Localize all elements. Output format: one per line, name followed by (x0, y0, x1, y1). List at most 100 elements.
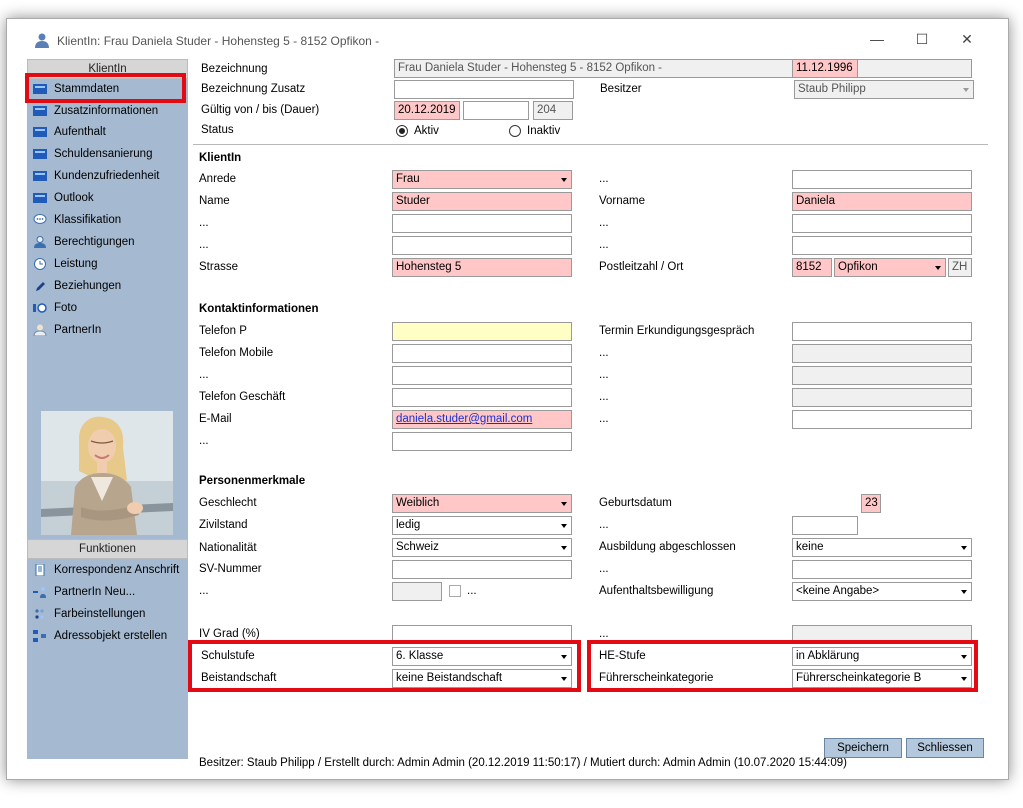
status-bar-text: Besitzer: Staub Philipp / Erstellt durch… (199, 757, 847, 769)
camera-icon (33, 303, 47, 313)
telefon-p-label: Telefon P (199, 325, 247, 337)
speech-bubble-icon (33, 214, 47, 224)
zivilstand-label: Zivilstand (199, 519, 248, 531)
plz-ort-label: Postleitzahl / Ort (599, 261, 684, 273)
alter-field: 23 (861, 494, 881, 513)
nationalitaet-select[interactable]: Schweiz (392, 538, 572, 557)
stage: KlientIn: Frau Daniela Studer - Hohenste… (0, 0, 1023, 808)
sidebar-item-label: Schuldensanierung (54, 148, 153, 160)
strasse-label: Strasse (199, 261, 238, 273)
dots-label: ... (599, 347, 609, 359)
save-button[interactable]: Speichern (824, 738, 902, 758)
close-form-button[interactable]: Schliessen (906, 738, 984, 758)
dots-label: ... (199, 239, 209, 251)
highlight-he-stufe-fuehrerschein (587, 640, 978, 692)
dots-label: ... (599, 391, 609, 403)
extra-field[interactable] (392, 432, 572, 451)
dots-label: ... (599, 628, 609, 640)
window-title: KlientIn: Frau Daniela Studer - Hohenste… (57, 34, 380, 48)
sidebar-item-label: PartnerIn (54, 324, 102, 336)
extra-field[interactable] (792, 170, 972, 189)
zivilstand-select[interactable]: ledig (392, 516, 572, 535)
dots-label: ... (199, 369, 209, 381)
extra-field[interactable] (792, 516, 858, 535)
extra-field[interactable] (792, 214, 972, 233)
extra-field[interactable] (392, 366, 572, 385)
ort-select[interactable]: Opfikon (834, 258, 946, 277)
minimize-button[interactable]: — (867, 29, 887, 49)
function-label: Farbeinstellungen (54, 608, 146, 620)
email-field[interactable]: daniela.studer@gmail.com (392, 410, 572, 429)
besitzer-select[interactable]: Staub Philipp (794, 80, 974, 99)
extra-field[interactable] (792, 560, 972, 579)
add-user-icon (33, 587, 46, 598)
palette-icon (35, 609, 44, 619)
status-inaktiv-label: Inaktiv (527, 125, 561, 137)
card-icon (33, 171, 47, 181)
anrede-label: Anrede (199, 173, 237, 185)
status-inaktiv-radio[interactable] (509, 125, 521, 137)
dots-label: ... (199, 435, 209, 447)
besitzer-label: Besitzer (600, 83, 642, 95)
section-personenmerkmale: Personenmerkmale (199, 475, 306, 487)
telefon-mobile-field[interactable] (392, 344, 572, 363)
dots-label: ... (599, 413, 609, 425)
dots-label: ... (599, 369, 609, 381)
dots-label: ... (599, 563, 609, 575)
user-icon (35, 33, 49, 48)
extra-field[interactable] (392, 214, 572, 233)
close-button[interactable]: ✕ (957, 29, 977, 49)
geburtsdatum-field[interactable]: 11.12.1996 (792, 59, 858, 78)
user-icon (34, 236, 46, 248)
geschlecht-select[interactable]: Weiblich (392, 494, 572, 513)
document-icon (35, 564, 45, 576)
clock-icon (34, 258, 46, 270)
extra-field[interactable] (792, 236, 972, 255)
gueltig-von-field[interactable]: 20.12.2019 (394, 101, 460, 120)
aufenthaltsbewilligung-label: Aufenthaltsbewilligung (599, 585, 714, 597)
kanton-field: ZH (948, 258, 972, 277)
name-field[interactable]: Studer (392, 192, 572, 211)
ausbildung-select[interactable]: keine (792, 538, 972, 557)
gueltig-bis-field[interactable] (463, 101, 529, 120)
client-photo-image (41, 411, 173, 535)
bezeichnung-label: Bezeichnung (201, 63, 268, 75)
extra-field[interactable] (792, 410, 972, 429)
strasse-field[interactable]: Hohensteg 5 (392, 258, 572, 277)
dots-label: ... (199, 217, 209, 229)
bezeichnung-zusatz-field[interactable] (394, 80, 574, 99)
dots-label: ... (599, 217, 609, 229)
divider (193, 144, 988, 145)
vorname-field[interactable]: Daniela (792, 192, 972, 211)
email-label: E-Mail (199, 413, 232, 425)
geschlecht-label: Geschlecht (199, 497, 257, 509)
sidebar-item-label: Foto (54, 302, 78, 314)
function-label: PartnerIn Neu... (54, 586, 136, 598)
client-photo (41, 411, 173, 535)
telefon-p-field[interactable] (392, 322, 572, 341)
bezeichnung-zusatz-label: Bezeichnung Zusatz (201, 83, 306, 95)
client-window: KlientIn: Frau Daniela Studer - Hohenste… (6, 18, 1009, 780)
title-bar: KlientIn: Frau Daniela Studer - Hohenste… (7, 19, 1008, 59)
extra-field (392, 582, 442, 601)
sidebar-item-label: Outlook (54, 192, 94, 204)
extra-checkbox[interactable] (449, 585, 461, 597)
termin-field[interactable] (792, 322, 972, 341)
maximize-button[interactable]: ☐ (912, 29, 932, 49)
status-aktiv-radio[interactable] (396, 125, 408, 137)
function-label: Korrespondenz Anschrift (54, 564, 180, 576)
sv-nummer-field[interactable] (392, 560, 572, 579)
bezeichnung-field[interactable]: Frau Daniela Studer - Hohensteg 5 - 8152… (394, 59, 972, 78)
nationalitaet-label: Nationalität (199, 542, 257, 554)
plz-field[interactable]: 8152 (792, 258, 832, 277)
card-icon (33, 149, 47, 159)
telefon-mobile-label: Telefon Mobile (199, 347, 274, 359)
aufenthaltsbewilligung-select[interactable]: <keine Angabe> (792, 582, 972, 601)
gueltig-label: Gültig von / bis (Dauer) (201, 104, 320, 116)
sidebar-item-label: Aufenthalt (54, 126, 106, 138)
extra-field[interactable] (392, 236, 572, 255)
section-klientin: KlientIn (199, 152, 242, 164)
highlight-stammdaten (25, 73, 186, 103)
telefon-geschaeft-field[interactable] (392, 388, 572, 407)
anrede-select[interactable]: Frau (392, 170, 572, 189)
